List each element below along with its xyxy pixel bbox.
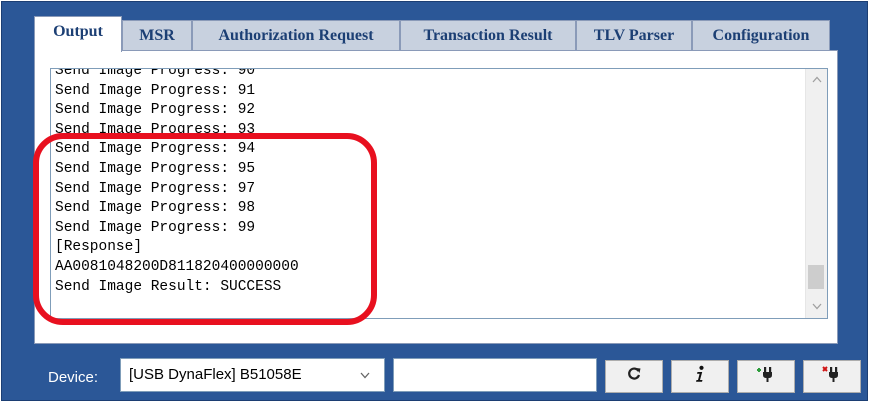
output-line: Send Image Progress: 90	[55, 68, 256, 79]
scrollbar-thumb[interactable]	[808, 265, 824, 289]
app-window: Output MSR Authorization Request Transac…	[1, 1, 868, 401]
output-textbox[interactable]: Send Image Progress: 90 Send Image Progr…	[50, 68, 828, 319]
tab-bar: Output MSR Authorization Request Transac…	[34, 16, 834, 52]
output-line: [Response]	[55, 239, 143, 256]
tab-configuration[interactable]: Configuration	[692, 20, 830, 50]
tab-tlv-parser[interactable]: TLV Parser	[576, 20, 692, 50]
scroll-down-arrow-icon[interactable]	[806, 296, 827, 318]
output-line: Send Image Progress: 92	[55, 102, 256, 119]
chevron-down-icon	[360, 359, 370, 391]
output-panel: Send Image Progress: 90 Send Image Progr…	[34, 50, 838, 344]
refresh-icon	[626, 366, 642, 387]
tab-authorization-request[interactable]: Authorization Request	[192, 20, 400, 50]
output-line: Send Image Progress: 91	[55, 82, 256, 99]
vertical-scrollbar[interactable]	[805, 69, 827, 318]
tab-transaction-result[interactable]: Transaction Result	[400, 20, 576, 50]
refresh-button[interactable]	[605, 360, 663, 393]
output-line: Send Image Progress: 93	[55, 121, 256, 138]
info-button[interactable]	[671, 360, 729, 393]
output-line: Send Image Result: SUCCESS	[55, 278, 282, 295]
device-select-value: [USB DynaFlex] B51058E	[129, 366, 302, 383]
device-label: Device:	[48, 369, 99, 386]
output-line: Send Image Progress: 95	[55, 160, 256, 177]
tab-msr[interactable]: MSR	[122, 20, 192, 50]
output-line: Send Image Progress: 94	[55, 141, 256, 158]
output-line: Send Image Progress: 99	[55, 219, 256, 236]
connect-button[interactable]	[737, 360, 795, 393]
output-lines: Send Image Progress: 90 Send Image Progr…	[55, 68, 803, 297]
device-select[interactable]: [USB DynaFlex] B51058E	[120, 358, 385, 392]
plug-disconnect-icon	[821, 365, 843, 388]
output-line: Send Image Progress: 98	[55, 200, 256, 217]
command-input[interactable]	[393, 358, 597, 392]
scroll-up-arrow-icon[interactable]	[806, 69, 827, 91]
plug-connect-icon	[755, 365, 777, 388]
output-line: AA0081048200D811820400000000	[55, 258, 299, 275]
info-icon	[694, 365, 706, 388]
output-line: Send Image Progress: 97	[55, 180, 256, 197]
tab-output[interactable]: Output	[34, 16, 122, 52]
disconnect-button[interactable]	[803, 360, 861, 393]
